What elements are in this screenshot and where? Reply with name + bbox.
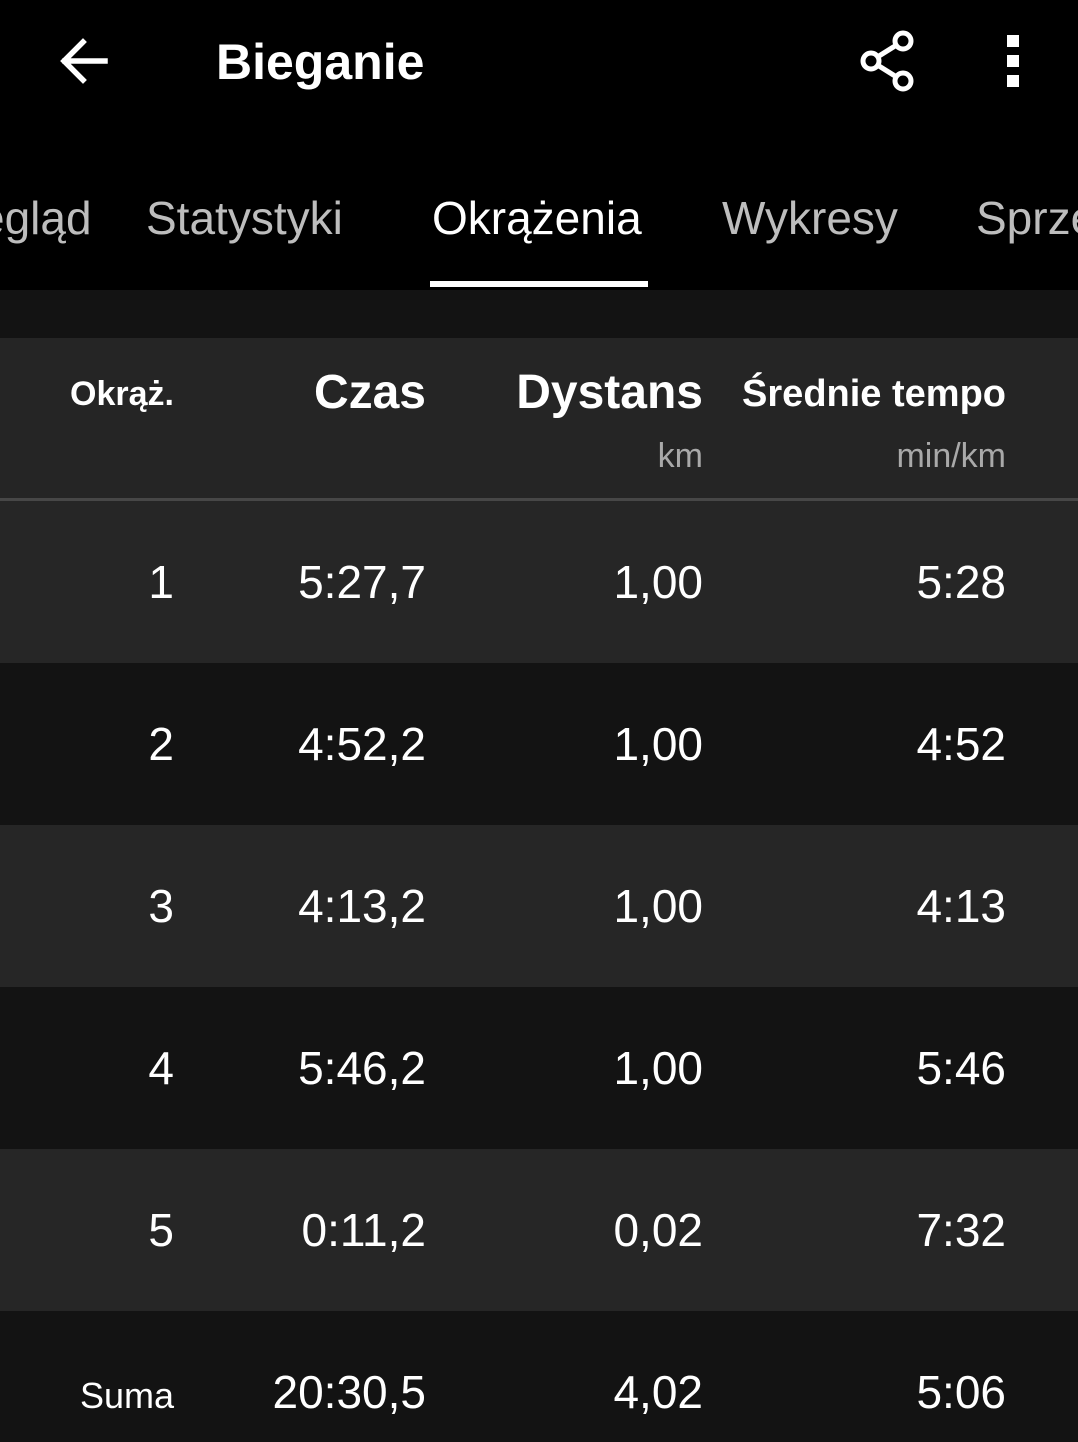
- lap-avg-pace: 4:52: [916, 718, 1006, 770]
- lap-distance: 1,00: [613, 880, 703, 932]
- lap-avg-pace: 4:13: [916, 880, 1006, 932]
- app-bar: Bieganie: [0, 0, 1078, 125]
- total-distance: 4,02: [613, 1366, 703, 1418]
- lap-avg-pace: 7:32: [916, 1204, 1006, 1256]
- tab-statistics[interactable]: Statystyki: [146, 189, 343, 247]
- header-lap: Okrąż.: [70, 375, 174, 413]
- table-row[interactable]: 1 5:27,7 1,00 5:28: [0, 501, 1078, 663]
- lap-number: 4: [148, 1042, 174, 1094]
- lap-number: 1: [148, 556, 174, 608]
- lap-time: 4:13,2: [298, 880, 426, 932]
- lap-avg-pace: 5:28: [916, 556, 1006, 608]
- total-time: 20:30,5: [272, 1366, 426, 1418]
- share-button[interactable]: [852, 26, 922, 96]
- lap-time: 5:46,2: [298, 1042, 426, 1094]
- tab-gear[interactable]: Sprzęt: [976, 189, 1078, 247]
- lap-distance: 1,00: [613, 718, 703, 770]
- header-time: Czas: [313, 366, 426, 419]
- header-distance-unit: km: [657, 437, 703, 475]
- tab-charts[interactable]: Wykresy: [722, 189, 898, 247]
- more-options-button[interactable]: [988, 26, 1038, 96]
- lap-avg-pace: 5:46: [916, 1042, 1006, 1094]
- total-label: Suma: [79, 1375, 174, 1416]
- share-icon: [860, 30, 914, 92]
- arrow-left-icon: [60, 38, 108, 84]
- back-button[interactable]: [50, 28, 116, 94]
- lap-number: 3: [148, 880, 174, 932]
- lap-time: 5:27,7: [298, 556, 426, 608]
- header-distance: Dystans: [516, 366, 703, 419]
- table-row[interactable]: 3 4:13,2 1,00 4:13: [0, 825, 1078, 987]
- table-total-row: Suma 20:30,5 4,02 5:06: [0, 1311, 1078, 1442]
- lap-distance: 1,00: [613, 1042, 703, 1094]
- lap-time: 0:11,2: [301, 1204, 426, 1256]
- header-pace-unit: min/km: [896, 437, 1006, 475]
- table-top-spacer: [0, 290, 1078, 338]
- lap-number: 5: [148, 1204, 174, 1256]
- lap-time: 4:52,2: [298, 718, 426, 770]
- table-row[interactable]: 2 4:52,2 1,00 4:52: [0, 663, 1078, 825]
- lap-distance: 0,02: [613, 1204, 703, 1256]
- total-avg-pace: 5:06: [916, 1366, 1006, 1418]
- table-row[interactable]: 5 0:11,2 0,02 7:32: [0, 1149, 1078, 1311]
- active-tab-indicator: [430, 281, 648, 287]
- header-avg-pace: Średnie tempo: [742, 373, 1006, 415]
- tab-bar: Przegląd Statystyki Okrążenia Wykresy Sp…: [0, 125, 1078, 290]
- tab-laps[interactable]: Okrążenia: [432, 189, 642, 247]
- more-vertical-icon: [1007, 35, 1019, 87]
- lap-number: 2: [148, 718, 174, 770]
- page-title: Bieganie: [216, 34, 425, 90]
- table-row[interactable]: 4 5:46,2 1,00 5:46: [0, 987, 1078, 1149]
- lap-distance: 1,00: [613, 556, 703, 608]
- tab-overview[interactable]: Przegląd: [0, 189, 92, 247]
